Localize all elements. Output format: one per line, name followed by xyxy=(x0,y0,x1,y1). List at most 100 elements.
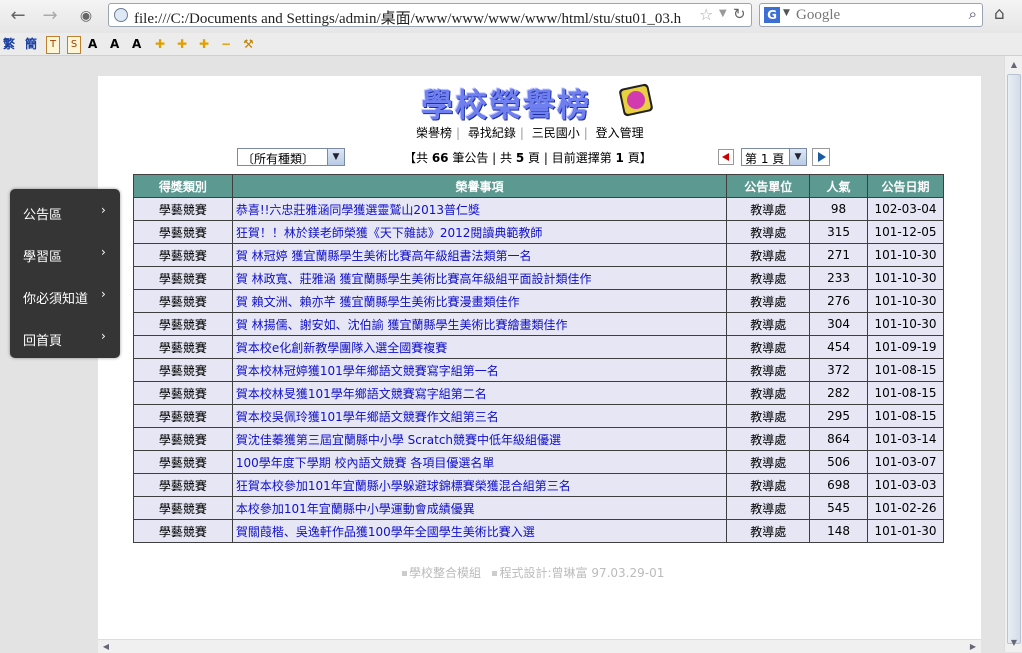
chevron-down-icon[interactable]: ▼ xyxy=(789,149,806,165)
side-menu-must-know[interactable]: 你必須知道 › xyxy=(10,275,120,317)
cell-title[interactable]: 賀本校e化創新教學團隊入選全國賽複賽 xyxy=(231,335,728,359)
award-title-link[interactable]: 賀本校林旻獲101學年鄉語文競賽寫字組第二名 xyxy=(236,387,487,401)
chevron-down-icon[interactable]: ▼ xyxy=(327,149,344,165)
record-summary: 【共 66 筆公告 | 共 5 頁 | 目前選擇第 1 頁】 xyxy=(404,151,652,165)
url-text[interactable]: file:///C:/Documents and Settings/admin/… xyxy=(134,7,694,28)
s-button[interactable]: S xyxy=(67,36,81,54)
cell-category: 學藝競賽 xyxy=(133,197,233,221)
cell-title[interactable]: 賀 林冠婷 獲宜蘭縣學生美術比賽高年級組書法類第一名 xyxy=(231,243,728,267)
cell-views: 545 xyxy=(809,496,868,520)
engine-dropdown-icon[interactable]: ▼ xyxy=(783,8,790,18)
cell-title[interactable]: 賀關葭楷、吳逸軒作品獲100學年全國學生美術比賽入選 xyxy=(231,519,728,543)
award-title-link[interactable]: 賀本校e化創新教學團隊入選全國賽複賽 xyxy=(236,341,447,355)
search-icon[interactable]: ⌕ xyxy=(969,5,977,23)
cell-unit: 教導處 xyxy=(726,358,811,382)
cell-title[interactable]: 本校參加101年宜蘭縣中小學運動會成績優異 xyxy=(231,496,728,520)
award-title-link[interactable]: 賀 賴文洲、賴亦芊 獲宜蘭縣學生美術比賽漫畫類佳作 xyxy=(236,295,520,309)
scroll-up-icon[interactable]: ▲ xyxy=(1007,58,1021,72)
nav-login[interactable]: 登入管理 xyxy=(596,126,644,140)
award-title-link[interactable]: 賀 林揚儒、謝安如、沈伯諭 獲宜蘭縣學生美術比賽繪畫類佳作 xyxy=(236,318,568,332)
simplified-button[interactable]: 簡 xyxy=(25,36,37,52)
cell-title[interactable]: 狂賀本校參加101年宜蘭縣小學躲避球錦標賽榮獲混合組第三名 xyxy=(231,473,728,497)
plus-t-icon[interactable]: ✚ xyxy=(177,36,187,52)
award-title-link[interactable]: 賀 林政寬、莊雅涵 獲宜蘭縣學生美術比賽高年級組平面設計類佳作 xyxy=(236,272,592,286)
cell-title[interactable]: 賀本校吳佩玲獲101學年鄉語文競賽作文組第三名 xyxy=(231,404,728,428)
award-title-link[interactable]: 100學年度下學期 校內語文競賽 各項目優選名單 xyxy=(236,456,495,470)
cell-title[interactable]: 賀本校林旻獲101學年鄉語文競賽寫字組第二名 xyxy=(231,381,728,405)
traditional-button[interactable]: 繁 xyxy=(3,36,15,52)
cell-category: 學藝競賽 xyxy=(133,404,233,428)
page-select[interactable]: 第 1 頁 ▼ xyxy=(741,148,807,166)
award-title-link[interactable]: 狂賀本校參加101年宜蘭縣小學躲避球錦標賽榮獲混合組第三名 xyxy=(236,479,571,493)
award-title-link[interactable]: 賀 林冠婷 獲宜蘭縣學生美術比賽高年級組書法類第一名 xyxy=(236,249,532,263)
font-size-button[interactable]: A xyxy=(88,36,97,52)
col-unit: 公告單位 xyxy=(726,174,811,198)
award-title-link[interactable]: 狂賀！！林於鎂老師榮獲《天下雜誌》2012閱讀典範教師 xyxy=(236,226,543,240)
award-title-link[interactable]: 賀沈佳蓁獲第三屆宜蘭縣中小學 Scratch競賽中低年級組優選 xyxy=(236,433,561,447)
scroll-down-icon[interactable]: ▼ xyxy=(1007,636,1021,650)
cell-title[interactable]: 賀 林政寬、莊雅涵 獲宜蘭縣學生美術比賽高年級組平面設計類佳作 xyxy=(231,266,728,290)
cell-unit: 教導處 xyxy=(726,220,811,244)
minus-icon[interactable]: − xyxy=(221,36,231,52)
vertical-scrollbar[interactable]: ▲ ▼ xyxy=(1004,56,1022,652)
table-row: 學藝競賽賀 林冠婷 獲宜蘭縣學生美術比賽高年級組書法類第一名 教導處 271 101-… xyxy=(133,243,945,267)
table-row: 學藝競賽賀 林揚儒、謝安如、沈伯諭 獲宜蘭縣學生美術比賽繪畫類佳作 教導處 304 1… xyxy=(133,312,945,336)
horizontal-scrollbar[interactable]: ◀ ▶ xyxy=(98,639,981,653)
side-menu-learning[interactable]: 學習區 › xyxy=(10,233,120,275)
award-title-link[interactable]: 本校參加101年宜蘭縣中小學運動會成績優異 xyxy=(236,502,475,516)
plus-s-icon[interactable]: ✚ xyxy=(199,36,209,52)
next-page-icon[interactable] xyxy=(812,148,830,166)
cell-views: 372 xyxy=(809,358,868,382)
cell-date: 101-03-07 xyxy=(866,450,945,474)
scroll-left-icon[interactable]: ◀ xyxy=(100,640,112,653)
top-nav: 榮譽榜 | 尋找紀錄 | 三民國小 | 登入管理 xyxy=(416,126,644,140)
cell-title[interactable]: 賀沈佳蓁獲第三屆宜蘭縣中小學 Scratch競賽中低年級組優選 xyxy=(231,427,728,451)
nav-honor-roll[interactable]: 榮譽榜 xyxy=(416,126,452,140)
cell-unit: 教導處 xyxy=(726,519,811,543)
cell-category: 學藝競賽 xyxy=(133,519,233,543)
scroll-right-icon[interactable]: ▶ xyxy=(967,640,979,653)
url-bar[interactable]: file:///C:/Documents and Settings/admin/… xyxy=(108,3,752,27)
cell-date: 102-03-04 xyxy=(866,197,945,221)
award-title-link[interactable]: 賀本校林冠婷獲101學年鄉語文競賽寫字組第一名 xyxy=(236,364,499,378)
forward-icon[interactable]: → xyxy=(38,5,62,27)
cell-title[interactable]: 賀 林揚儒、謝安如、沈伯諭 獲宜蘭縣學生美術比賽繪畫類佳作 xyxy=(231,312,728,336)
cell-title[interactable]: 100學年度下學期 校內語文競賽 各項目優選名單 xyxy=(231,450,728,474)
cell-category: 學藝競賽 xyxy=(133,496,233,520)
cell-unit: 教導處 xyxy=(726,312,811,336)
back-icon[interactable]: ← xyxy=(6,5,30,27)
side-menu-announcements[interactable]: 公告區 › xyxy=(10,191,120,233)
cell-category: 學藝競賽 xyxy=(133,220,233,244)
cell-title[interactable]: 賀本校林冠婷獲101學年鄉語文競賽寫字組第一名 xyxy=(231,358,728,382)
plus-icon[interactable]: ✚ xyxy=(155,36,165,52)
font-reset-button[interactable]: A xyxy=(132,36,141,52)
url-dropdown-icon[interactable]: ▼ xyxy=(719,8,727,19)
bookmark-star-icon[interactable]: ☆ xyxy=(699,5,713,24)
award-title-link[interactable]: 賀關葭楷、吳逸軒作品獲100學年全國學生美術比賽入選 xyxy=(236,525,535,539)
home-icon[interactable]: ⌂ xyxy=(994,4,1005,24)
t-button[interactable]: T xyxy=(46,36,60,54)
award-title-link[interactable]: 賀本校吳佩玲獲101學年鄉語文競賽作文組第三名 xyxy=(236,410,499,424)
history-icon[interactable]: ◉ xyxy=(74,5,98,27)
side-menu-home[interactable]: 回首頁 › xyxy=(10,317,120,359)
cell-date: 101-08-15 xyxy=(866,381,945,405)
cell-title[interactable]: 恭喜!!六忠莊雅涵同學獲選靈鷲山2013普仁獎 xyxy=(231,197,728,221)
cell-views: 295 xyxy=(809,404,868,428)
nav-school[interactable]: 三民國小 xyxy=(532,126,580,140)
cell-title[interactable]: 賀 賴文洲、賴亦芊 獲宜蘭縣學生美術比賽漫畫類佳作 xyxy=(231,289,728,313)
font-shrink-button[interactable]: A xyxy=(110,36,119,52)
cell-unit: 教導處 xyxy=(726,427,811,451)
cell-title[interactable]: 狂賀！！林於鎂老師榮獲《天下雜誌》2012閱讀典範教師 xyxy=(231,220,728,244)
tools-icon[interactable]: ⚒ xyxy=(243,36,254,52)
category-select[interactable]: 〔所有種類〕 ▼ xyxy=(237,148,345,166)
prev-page-icon[interactable] xyxy=(718,149,734,165)
cell-unit: 教導處 xyxy=(726,473,811,497)
search-box[interactable]: G ▼ Google ⌕ xyxy=(759,3,983,27)
scroll-thumb[interactable] xyxy=(1007,74,1021,644)
search-placeholder[interactable]: Google xyxy=(796,7,840,24)
award-title-link[interactable]: 恭喜!!六忠莊雅涵同學獲選靈鷲山2013普仁獎 xyxy=(236,203,480,217)
reload-icon[interactable]: ↻ xyxy=(733,5,746,23)
cell-unit: 教導處 xyxy=(726,381,811,405)
nav-search-records[interactable]: 尋找紀錄 xyxy=(468,126,516,140)
google-engine-icon[interactable]: G xyxy=(764,7,780,23)
